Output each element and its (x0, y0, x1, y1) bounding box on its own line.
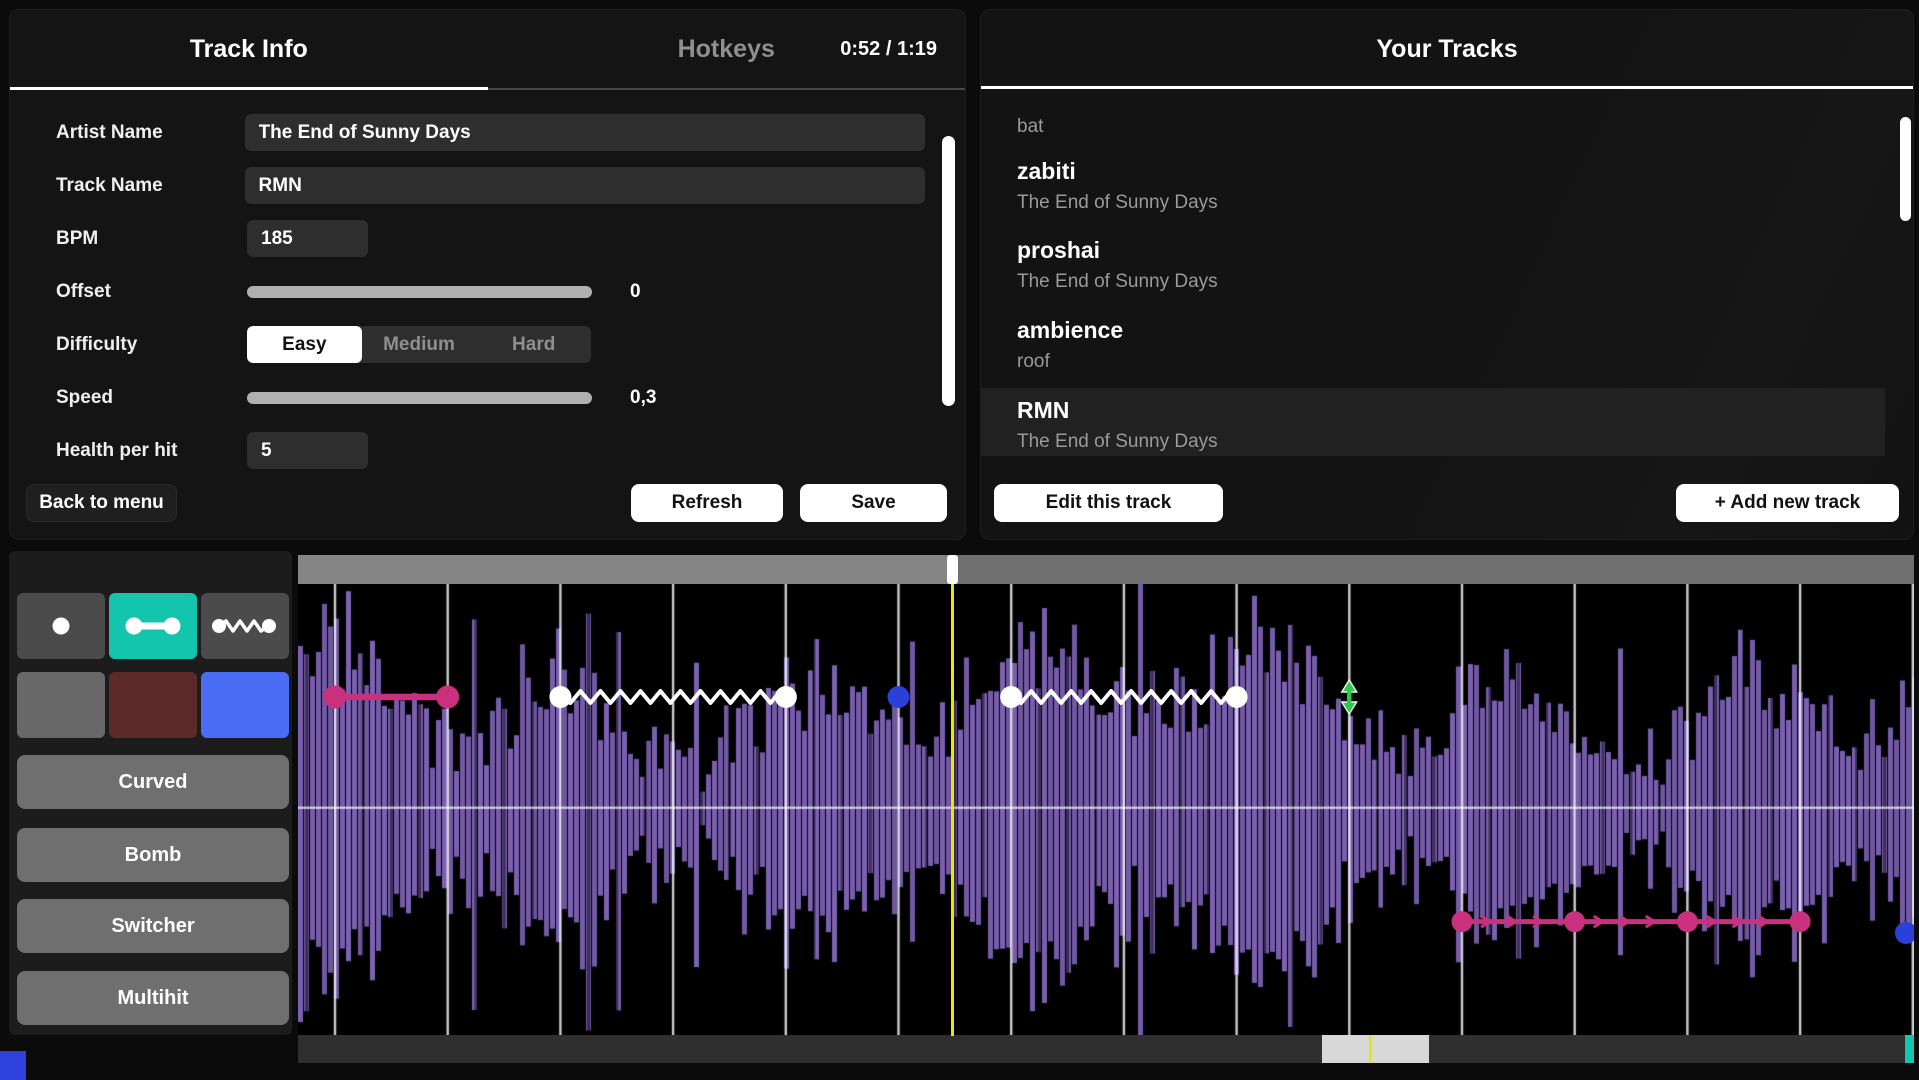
active-tab-underline (10, 87, 488, 90)
corner-blue-button[interactable] (0, 1051, 26, 1080)
minimap-end-marker (1905, 1035, 1914, 1063)
speed-slider[interactable] (247, 392, 592, 404)
hold-note-icon (109, 593, 197, 659)
waveform-area[interactable] (298, 584, 1914, 1036)
editor-screen: Track Info Hotkeys 0:52 / 1:19 Artist Na… (0, 0, 1919, 1080)
track-name-input[interactable] (245, 167, 925, 204)
offset-row: Offset 0 (56, 265, 925, 318)
track-list-item[interactable]: proshai The End of Sunny Days (1017, 237, 1218, 293)
edit-this-track-button[interactable]: Edit this track (994, 484, 1223, 522)
bpm-input[interactable] (247, 220, 368, 257)
note-tool-zigzag[interactable] (201, 593, 289, 659)
multihit-tool-button[interactable]: Multihit (17, 971, 289, 1025)
difficulty-label: Difficulty (56, 334, 247, 356)
dot-note-icon (17, 593, 105, 659)
track-name: RMN (1017, 397, 1218, 423)
timeline-top-strip[interactable] (298, 555, 1914, 584)
note-toolbar: Curved Bomb Switcher Multihit (9, 551, 292, 1035)
color-swatch-blue[interactable] (201, 672, 289, 738)
bpm-row: BPM (56, 212, 925, 265)
health-row: Health per hit (56, 424, 925, 477)
track-list-item-partial[interactable]: bat (1017, 116, 1043, 138)
offset-value: 0 (630, 281, 641, 303)
minimap-view-window[interactable] (1322, 1035, 1429, 1063)
your-tracks-panel: Your Tracks bat zabiti The End of Sunny … (980, 9, 1914, 540)
difficulty-option-easy[interactable]: Easy (247, 326, 362, 363)
color-swatch-maroon[interactable] (109, 672, 197, 738)
track-name: zabiti (1017, 158, 1218, 184)
difficulty-option-hard[interactable]: Hard (476, 326, 591, 363)
artist-name-row: Artist Name (56, 106, 925, 159)
track-info-panel: Track Info Hotkeys 0:52 / 1:19 Artist Na… (9, 9, 966, 540)
track-name-label: Track Name (56, 175, 245, 197)
track-name-row: Track Name (56, 159, 925, 212)
track-info-scrollbar[interactable] (942, 136, 955, 406)
bomb-tool-button[interactable]: Bomb (17, 828, 289, 882)
playhead[interactable] (951, 584, 954, 1036)
speed-row: Speed 0,3 (56, 371, 925, 424)
add-new-track-button[interactable]: + Add new track (1676, 484, 1899, 522)
speed-value: 0,3 (630, 387, 656, 409)
track-name: ambience (1017, 317, 1123, 343)
your-tracks-header: Your Tracks (981, 10, 1913, 88)
notes-layer[interactable] (298, 584, 1914, 1036)
track-artist: bat (1017, 116, 1043, 138)
back-to-menu-button[interactable]: Back to menu (26, 484, 177, 522)
minimap-playhead (1369, 1035, 1372, 1063)
zigzag-note-icon (201, 593, 289, 659)
track-list-item[interactable]: ambience roof (1017, 317, 1123, 373)
refresh-button[interactable]: Refresh (631, 484, 783, 522)
save-button[interactable]: Save (800, 484, 947, 522)
curved-tool-button[interactable]: Curved (17, 755, 289, 809)
time-display: 0:52 / 1:19 (840, 38, 937, 61)
minimap-scrollbar[interactable] (298, 1035, 1914, 1063)
timeline-progress (298, 555, 953, 584)
health-per-hit-label: Health per hit (56, 440, 247, 462)
track-artist: The End of Sunny Days (1017, 271, 1218, 293)
track-artist: roof (1017, 351, 1123, 373)
artist-name-input[interactable] (245, 114, 925, 151)
tab-track-info[interactable]: Track Info (190, 35, 308, 64)
track-info-header: Track Info Hotkeys 0:52 / 1:19 (10, 10, 965, 90)
difficulty-segmented-control: Easy Medium Hard (247, 326, 591, 363)
track-list-item-selected[interactable]: RMN The End of Sunny Days (1017, 397, 1218, 453)
track-name: proshai (1017, 237, 1218, 263)
timeline (298, 551, 1914, 1063)
speed-label: Speed (56, 387, 247, 409)
track-list-item[interactable]: zabiti The End of Sunny Days (1017, 158, 1218, 214)
offset-label: Offset (56, 281, 247, 303)
switcher-tool-button[interactable]: Switcher (17, 899, 289, 953)
track-info-form: Artist Name Track Name BPM Offset 0 Diff… (56, 98, 925, 477)
difficulty-option-medium[interactable]: Medium (362, 326, 477, 363)
bpm-label: BPM (56, 228, 247, 250)
timeline-position-marker[interactable] (947, 555, 958, 584)
artist-name-label: Artist Name (56, 122, 245, 144)
tab-hotkeys[interactable]: Hotkeys (678, 35, 775, 64)
your-tracks-underline (981, 86, 1913, 89)
difficulty-row: Difficulty Easy Medium Hard (56, 318, 925, 371)
note-tool-hold[interactable] (109, 593, 197, 659)
your-tracks-scrollbar[interactable] (1900, 117, 1911, 221)
note-tool-dot[interactable] (17, 593, 105, 659)
track-artist: The End of Sunny Days (1017, 431, 1218, 453)
color-swatch-gray[interactable] (17, 672, 105, 738)
offset-slider[interactable] (247, 286, 592, 298)
health-per-hit-input[interactable] (247, 432, 368, 469)
track-artist: The End of Sunny Days (1017, 192, 1218, 214)
your-tracks-title: Your Tracks (981, 35, 1913, 64)
